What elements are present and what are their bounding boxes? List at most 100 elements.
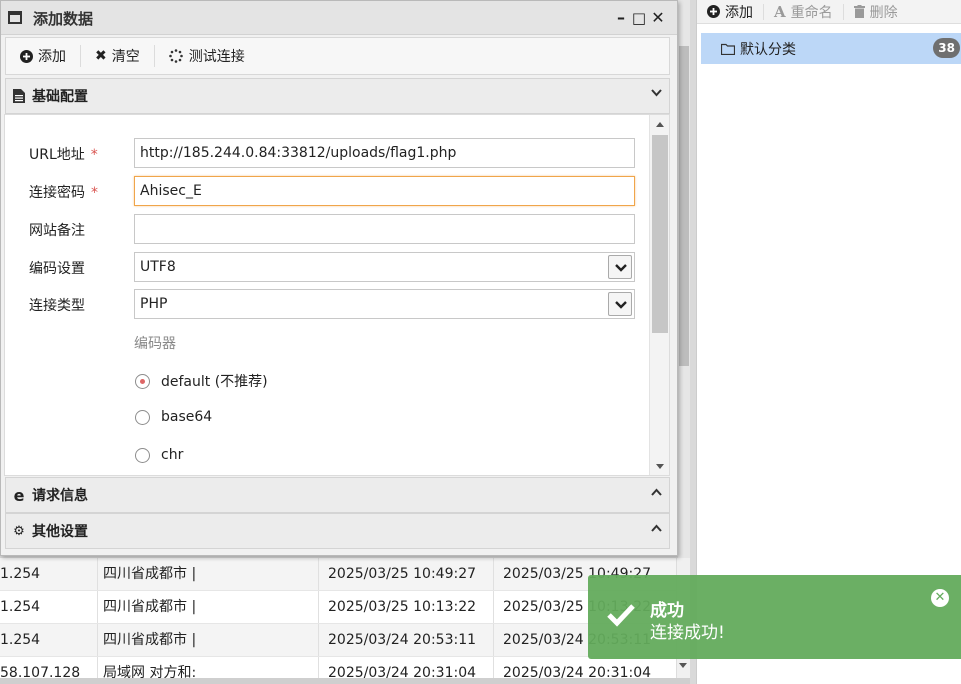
encoder-option-label: base64	[161, 409, 213, 425]
connection-type-select[interactable]: PHP	[134, 289, 635, 319]
table-cell: 1.254	[0, 599, 41, 615]
table-row[interactable]: 1.254 四川省成都市 | 2025/03/25 10:13:22 2025/…	[0, 591, 676, 624]
gears-icon: ⚙	[13, 523, 25, 539]
radio-icon[interactable]	[135, 409, 150, 425]
browser-e-icon: e	[13, 485, 25, 505]
column-divider	[97, 591, 98, 623]
table-cell: 四川省成都市 |	[103, 632, 197, 648]
plus-circle-icon	[20, 49, 33, 63]
add-button-label: 添加	[38, 49, 66, 65]
url-input[interactable]: http://185.244.0.84:33812/uploads/flag1.…	[134, 138, 635, 168]
delete-category-button[interactable]: 删除	[844, 0, 908, 24]
dialog-titlebar[interactable]: 添加数据 – □ ✕	[1, 1, 677, 35]
close-icon[interactable]: ✕	[649, 8, 667, 28]
other-settings-header[interactable]: ⚙ 其他设置	[5, 513, 670, 549]
file-icon	[13, 89, 25, 103]
chevron-up-icon[interactable]	[651, 488, 662, 498]
column-divider	[318, 558, 319, 590]
column-divider	[493, 558, 494, 590]
column-divider	[318, 591, 319, 623]
add-category-label: 添加	[725, 4, 753, 21]
chevron-down-icon	[615, 264, 627, 272]
folder-icon	[721, 43, 735, 55]
request-info-header[interactable]: e 请求信息	[5, 477, 670, 513]
basic-config-title: 基础配置	[32, 89, 88, 105]
chevron-down-icon[interactable]	[651, 89, 662, 99]
rename-category-label: 重命名	[790, 4, 833, 21]
horizontal-scrollbar[interactable]	[0, 678, 690, 684]
background-data-table: 1.254 四川省成都市 | 2025/03/25 10:49:27 2025/…	[0, 558, 690, 684]
table-row[interactable]: 1.254 四川省成都市 | 2025/03/25 10:49:27 2025/…	[0, 558, 676, 591]
table-cell: 2025/03/24 20:53:11	[328, 632, 477, 648]
test-connection-label: 测试连接	[188, 49, 245, 65]
column-divider	[493, 624, 494, 656]
dialog-toolbar: 添加 ✖ 清空 测试连接	[5, 37, 670, 75]
radio-checked-icon[interactable]	[135, 373, 150, 389]
category-item-default[interactable]: 默认分类 38	[701, 33, 961, 64]
dropdown-button[interactable]	[608, 292, 632, 316]
request-info-title: 请求信息	[32, 488, 88, 504]
table-cell: 四川省成都市 |	[103, 599, 197, 615]
check-icon	[607, 604, 635, 627]
encoder-option-chr[interactable]: chr	[135, 447, 183, 463]
success-toast: 成功 连接成功! ✕	[588, 575, 961, 659]
list-scrollbar[interactable]	[678, 0, 690, 558]
scroll-down-icon[interactable]	[656, 464, 664, 469]
table-cell: 四川省成都市 |	[103, 566, 197, 582]
table-cell: 1.254	[0, 566, 41, 582]
note-label: 网站备注	[29, 223, 85, 239]
encoding-label: 编码设置	[29, 261, 85, 277]
form-scrollbar[interactable]	[649, 115, 669, 475]
close-icon[interactable]: ✕	[931, 589, 949, 607]
password-input[interactable]: Ahisec_E	[134, 176, 635, 206]
category-count-badge: 38	[933, 38, 960, 58]
table-row[interactable]: 1.254 四川省成都市 | 2025/03/24 20:53:11 2025/…	[0, 624, 676, 657]
add-category-button[interactable]: 添加	[697, 0, 763, 24]
password-label: 连接密码 *	[29, 182, 98, 202]
clear-button[interactable]: ✖ 清空	[81, 37, 154, 75]
dropdown-button[interactable]	[608, 255, 632, 279]
chevron-down-icon	[615, 301, 627, 309]
other-settings-title: 其他设置	[32, 524, 88, 540]
table-cell: 1.254	[0, 632, 41, 648]
column-divider	[97, 624, 98, 656]
category-label: 默认分类	[740, 41, 796, 58]
encoding-select[interactable]: UTF8	[134, 252, 635, 282]
url-label-text: URL地址	[29, 147, 85, 163]
spinner-icon	[168, 49, 183, 63]
basic-config-header[interactable]: 基础配置	[5, 78, 670, 114]
scroll-down-icon[interactable]	[679, 663, 687, 668]
maximize-icon[interactable]: □	[630, 8, 648, 28]
window-icon	[8, 11, 22, 24]
encoder-label: 编码器	[134, 336, 176, 352]
scrollbar-thumb[interactable]	[679, 46, 689, 366]
add-button[interactable]: 添加	[6, 37, 80, 75]
encoding-value: UTF8	[140, 259, 176, 275]
column-divider	[318, 624, 319, 656]
x-icon: ✖	[95, 48, 107, 64]
plus-circle-icon	[707, 5, 720, 18]
font-icon: A	[774, 2, 786, 21]
column-divider	[493, 591, 494, 623]
encoder-option-label: default (不推荐)	[161, 374, 268, 390]
connection-type-value: PHP	[140, 296, 168, 312]
encoder-option-base64[interactable]: base64	[135, 409, 212, 425]
dialog-title: 添加数据	[33, 10, 94, 28]
trash-icon	[853, 5, 865, 18]
required-mark: *	[91, 185, 98, 201]
toast-message: 连接成功!	[650, 623, 725, 643]
scrollbar-thumb[interactable]	[652, 135, 668, 333]
minimize-icon[interactable]: –	[612, 8, 630, 28]
chevron-up-icon[interactable]	[651, 524, 662, 534]
password-label-text: 连接密码	[29, 185, 85, 201]
url-label: URL地址 *	[29, 144, 98, 164]
note-input[interactable]	[134, 214, 635, 244]
scroll-up-icon[interactable]	[656, 122, 664, 127]
encoder-option-default[interactable]: default (不推荐)	[135, 371, 268, 391]
type-label: 连接类型	[29, 298, 85, 314]
column-divider	[97, 558, 98, 590]
test-connection-button[interactable]: 测试连接	[155, 37, 259, 75]
rename-category-button[interactable]: A 重命名	[764, 0, 843, 24]
category-toolbar: 添加 A 重命名 删除	[697, 0, 961, 24]
radio-icon[interactable]	[135, 447, 150, 463]
